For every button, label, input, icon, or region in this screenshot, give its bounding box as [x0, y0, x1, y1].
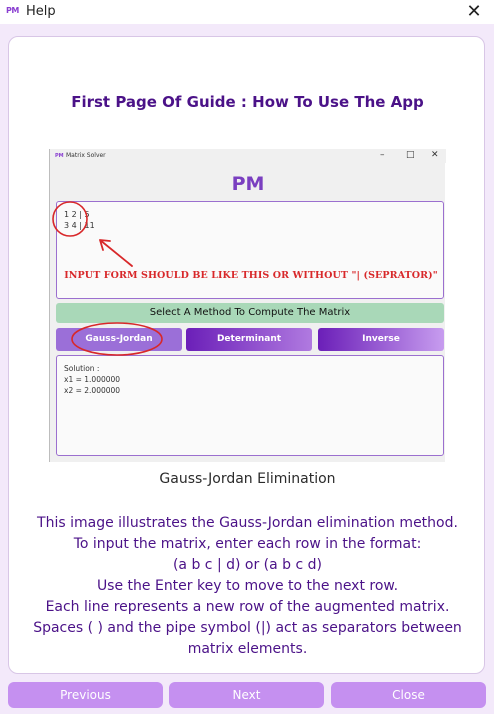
screenshot-app-logo: PM: [231, 173, 265, 195]
app-logo-icon: PM: [6, 6, 19, 15]
close-icon: ✕: [431, 150, 439, 160]
guide-description: This image illustrates the Gauss-Jordan …: [23, 513, 472, 660]
screenshot-inverse-button: Inverse: [318, 328, 444, 351]
close-icon[interactable]: ✕: [460, 0, 488, 24]
guide-screenshot: PM Matrix Solver – □ ✕ PM 1 2 | 5 3 4 | …: [49, 149, 446, 462]
screenshot-gauss-jordan-button: Gauss-Jordan: [56, 328, 182, 351]
window-title: Help: [26, 4, 56, 19]
description-line: Use the Enter key to move to the next ro…: [96, 578, 399, 594]
next-button[interactable]: Next: [169, 682, 324, 708]
output-line: x1 = 1.000000: [64, 375, 121, 384]
minimize-icon: –: [380, 150, 385, 160]
title-bar: PM Help ✕: [0, 0, 494, 24]
screenshot-matrix-input: 1 2 | 5 3 4 | 11 INPUT FORM SHOULD BE LI…: [56, 201, 444, 299]
input-line: 3 4 | 11: [64, 221, 95, 230]
guide-card: First Page Of Guide : How To Use The App…: [8, 36, 485, 674]
output-line: x2 = 2.000000: [64, 386, 121, 395]
description-line: This image illustrates the Gauss-Jordan …: [37, 515, 458, 531]
screenshot-select-label: Select A Method To Compute The Matrix: [56, 303, 444, 323]
description-line: To input the matrix, enter each row in t…: [73, 536, 422, 552]
close-button[interactable]: Close: [331, 682, 486, 708]
previous-button[interactable]: Previous: [8, 682, 163, 708]
guide-title: First Page Of Guide : How To Use The App: [71, 93, 424, 111]
screenshot-determinant-button: Determinant: [186, 328, 312, 351]
screenshot-app-icon: PM: [55, 153, 64, 159]
description-line: Spaces ( ) and the pipe symbol (|) act a…: [33, 620, 462, 636]
screenshot-caption: Gauss-Jordan Elimination: [159, 471, 336, 487]
description-line: (a b c | d) or (a b c d): [172, 557, 323, 573]
output-line: Solution :: [64, 364, 100, 373]
description-line: matrix elements.: [187, 641, 308, 657]
input-format-annotation: INPUT FORM SHOULD BE LIKE THIS OR WITHOU…: [64, 270, 438, 281]
screenshot-title-bar: PM Matrix Solver – □ ✕: [50, 149, 446, 163]
maximize-icon: □: [406, 150, 415, 160]
description-line: Each line represents a new row of the au…: [45, 599, 450, 615]
input-line: 1 2 | 5: [64, 210, 90, 219]
screenshot-solution-output: Solution : x1 = 1.000000 x2 = 2.000000: [56, 355, 444, 456]
screenshot-window-title: Matrix Solver: [66, 152, 106, 159]
